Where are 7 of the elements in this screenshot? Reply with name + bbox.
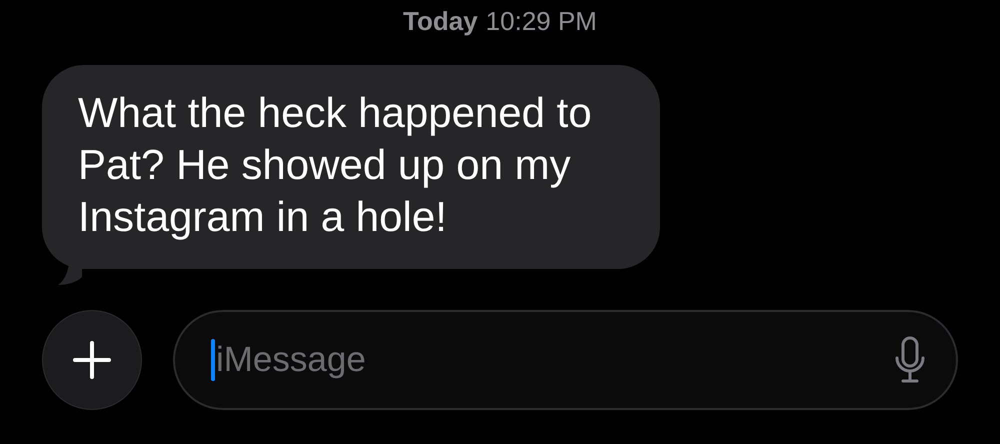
message-input[interactable]: iMessage xyxy=(215,340,894,380)
microphone-icon[interactable] xyxy=(894,336,926,384)
plus-icon xyxy=(73,341,111,379)
text-cursor xyxy=(211,339,215,381)
timestamp-time: 10:29 PM xyxy=(484,6,598,36)
timestamp-day: Today xyxy=(399,6,482,36)
message-field[interactable]: iMessage xyxy=(173,310,958,410)
